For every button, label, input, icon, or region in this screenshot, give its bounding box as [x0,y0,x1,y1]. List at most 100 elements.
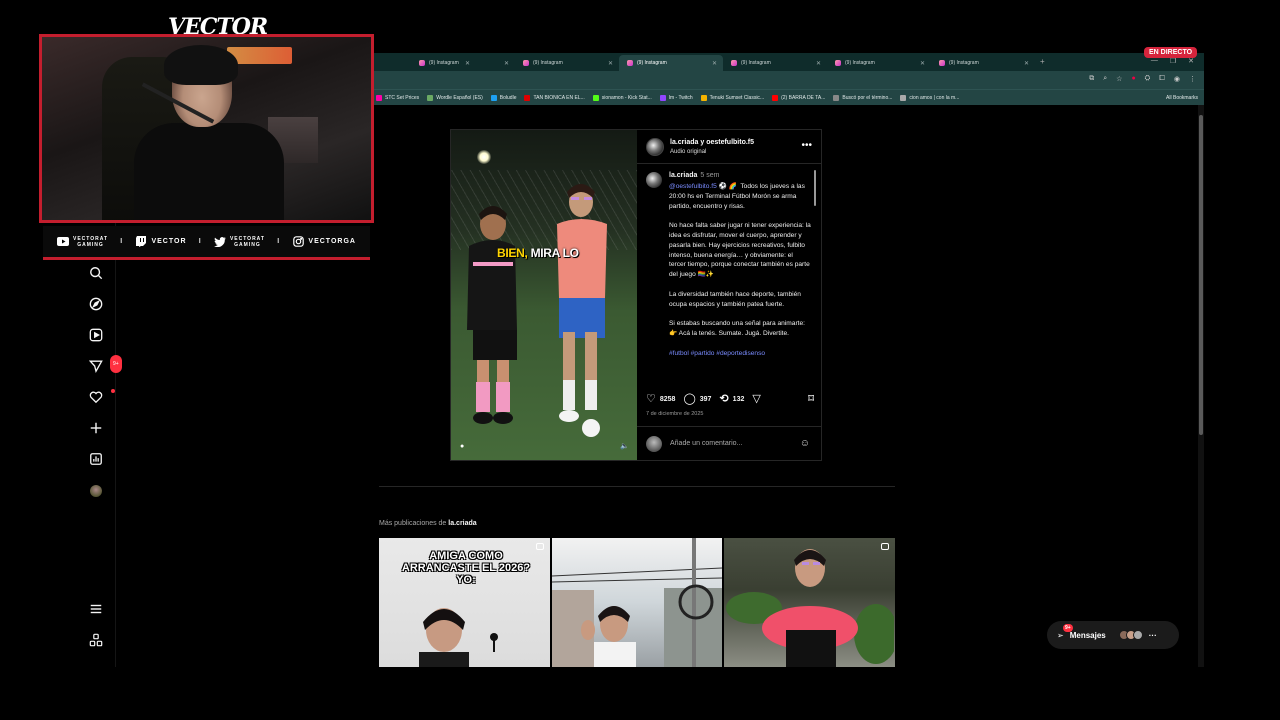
close-tab-icon[interactable]: ✕ [816,60,821,67]
reel-badge-icon [535,543,544,550]
post-author[interactable]: la.criada y oestefulbito.f5 [670,139,754,146]
messages-icon[interactable]: 9+ [88,355,122,375]
social-instagram: VECTORGA [292,236,356,247]
close-tab-icon[interactable]: ✕ [920,60,925,67]
restore-icon[interactable]: ❐ [1170,57,1176,65]
post-thumbnail-1[interactable]: AMIGA COMO ARRANCASTE EL 2026? YO: [379,538,550,667]
separator: I [277,238,281,245]
create-icon[interactable] [88,421,104,437]
bookmark-item[interactable]: Buscó por el término... [833,94,892,101]
bookmark-item[interactable]: STC Set Prices [376,94,419,101]
reels-icon[interactable] [88,328,104,344]
bookmark-item[interactable]: Boludle [490,94,516,101]
tab-instagram-5[interactable]: (9) Instagram ✕ [827,55,931,71]
extension-red-icon[interactable]: ● [1131,75,1135,83]
social-youtube: VECTORAT GAMING [57,236,108,248]
scrollbar-thumb[interactable] [1199,115,1203,435]
social-twitter: VECTORAT GAMING [213,236,265,248]
bookmark-icon[interactable]: ⌑ [808,393,814,405]
also-from-meta-icon[interactable] [88,633,104,649]
tab-instagram-3[interactable]: (9) Instagram ✕ [515,55,619,71]
search-icon[interactable] [88,266,104,282]
star-icon[interactable]: ☆ [1116,75,1122,83]
thumbnail-scene [726,549,895,667]
more-posts-user[interactable]: la.criada [448,520,476,527]
translate-icon[interactable]: ⛭ [1145,75,1151,83]
author-avatar[interactable] [646,138,664,156]
zoom-icon[interactable]: ⌕ [1103,75,1107,83]
comment-icon[interactable]: ◯ [683,393,695,405]
bookmark-item[interactable]: (2) BARRA DE TA... [772,94,825,101]
post-thumbnail-3[interactable] [724,538,896,667]
instagram-icon [627,60,633,66]
extensions-icon[interactable]: ⧠ [1159,75,1165,83]
heart-icon[interactable] [88,389,115,406]
microphone-icon [490,633,498,652]
tab-instagram-active[interactable]: (9) Instagram ✕ [619,55,723,71]
caption-scroll-thumb[interactable] [814,170,816,206]
tab-instagram-6[interactable]: (9) Instagram ✕ [931,55,1035,71]
bookmark-icon [427,94,434,101]
caption-avatar[interactable] [646,172,662,188]
notification-dot [111,389,115,393]
caption-scrollbar[interactable] [813,166,817,386]
comment-input[interactable]: Añade un comentario... [670,440,742,447]
install-icon[interactable]: ⧉ [1089,75,1094,83]
profile-avatar[interactable] [88,483,104,499]
separator: I [120,238,124,245]
new-tab-button[interactable]: + [1040,57,1045,66]
twitch-handle: VECTOR [151,238,187,245]
explore-icon[interactable] [88,297,104,313]
close-tab-icon[interactable]: ✕ [712,60,717,67]
more-menu-icon[interactable] [88,602,104,618]
caption-time: 5 sem [700,172,720,179]
bookmark-icon [772,94,779,101]
close-window-icon[interactable]: ✕ [1188,57,1194,65]
caption-hashtags[interactable]: #futbol #partido #deportedisenso [669,350,765,357]
live-badge: EN DIRECTO [1144,47,1198,58]
floodlight [477,150,491,164]
bookmark-icon [490,94,497,101]
caption-username[interactable]: la.criada [669,172,697,179]
tab-instagram-4[interactable]: (9) Instagram ✕ [723,55,827,71]
page-scrollbar[interactable] [1198,105,1204,667]
thumbnail-scene [551,538,722,667]
repost-icon[interactable]: ⟲ [719,393,728,405]
post-video[interactable]: BIEN, MIRA LO ● 🔈 [451,130,637,460]
bookmark-item[interactable]: lm - Twitch [659,94,693,101]
dashboard-icon[interactable] [88,452,104,468]
tagged-user-icon[interactable]: ● [460,443,464,450]
audio-label[interactable]: Audio original [670,149,706,155]
bookmark-icon [659,94,666,101]
all-bookmarks[interactable]: All Bookmarks [1166,95,1198,101]
thumbnail-person [419,608,469,667]
twitter-icon [213,236,226,247]
post-thumbnail-2[interactable] [551,538,723,667]
menu-icon[interactable]: ⋮ [1189,75,1196,83]
close-tab-icon[interactable]: ✕ [1024,60,1029,67]
close-tab-icon[interactable]: ✕ [504,60,509,67]
bookmark-item[interactable]: cion amos | con la m... [900,94,959,101]
minimize-icon[interactable]: — [1151,57,1158,65]
profile-icon[interactable]: ◉ [1174,75,1180,83]
messages-button[interactable]: ➢ 9+ Mensajes ··· [1047,621,1179,649]
bookmark-item[interactable]: TAN BIONICA EN EL... [524,94,585,101]
section-divider [379,486,895,487]
instagram-handle: VECTORGA [308,238,356,245]
bookmark-item[interactable]: Wordle Español (ES) [427,94,483,101]
emoji-icon[interactable]: ☺ [800,438,810,449]
bookmark-icon [524,94,531,101]
tab-instagram-2[interactable]: (9) Instagram ✕ [411,55,515,71]
bookmark-item[interactable]: sionamon - Kick Stat... [592,94,652,101]
messages-label: Mensajes [1069,630,1106,640]
caption-mention[interactable]: @oestefulbito.f5 [669,183,717,190]
reel-badge-icon [881,543,890,550]
bookmark-icon [376,94,382,101]
caption-author: la.criada 5 sem [669,172,719,179]
bookmark-item[interactable]: Tenuki Sumset Classic... [700,94,764,101]
more-options-icon[interactable]: ••• [801,140,812,151]
share-icon[interactable]: ▽ [752,393,760,405]
mute-icon[interactable]: 🔈 [620,442,629,450]
close-tab-icon[interactable]: ✕ [608,60,613,67]
like-icon[interactable]: ♡ [646,393,656,405]
